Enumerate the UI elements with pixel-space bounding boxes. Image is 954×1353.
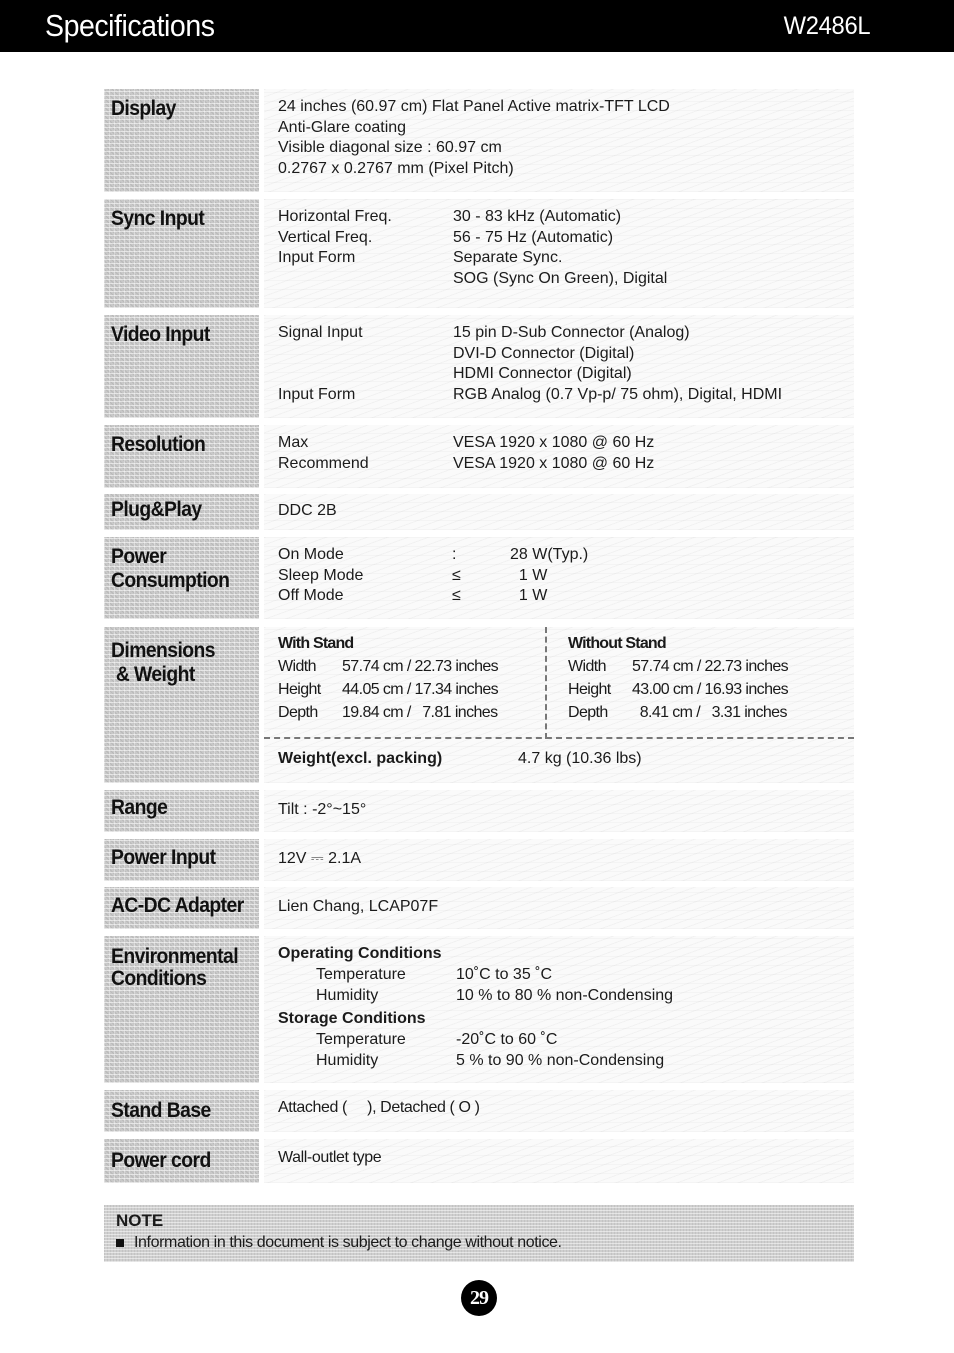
spec-value: Horizontal Freq. 30 - 83 kHz (Automatic) …: [264, 199, 854, 308]
spec-value: With Stand Width 57.74 cm / 22.73 inches …: [264, 627, 854, 783]
spec-pair: Vertical Freq. 56 - 75 Hz (Automatic): [278, 228, 614, 246]
spec-label: Range: [104, 790, 259, 832]
spec-row-range: Range Tilt : -2°~15°: [104, 790, 854, 832]
spec-row-dimensions: Dimensions & Weight With Stand Width 57.7…: [104, 627, 854, 783]
spec-label: Dimensions & Weight: [104, 627, 259, 783]
spec-pair: HDMI Connector (Digital): [453, 365, 632, 382]
spec-label: Sync Input: [104, 199, 259, 308]
spec-label: Resolution: [104, 425, 259, 488]
spec-row-power-consumption: Power Consumption On Mode:28 W(Typ.) Sle…: [104, 537, 854, 619]
spec-row-resolution: Resolution Max VESA 1920 x 1080 @ 60 Hz R…: [104, 425, 854, 488]
without-stand-block: Without Stand Width 57.74 cm / 22.73 inch…: [568, 635, 789, 721]
spec-line: Visible diagonal size : 60.97 cm: [278, 139, 502, 156]
spec-value: Operating Conditions Temperature 10˚C to …: [264, 936, 854, 1083]
spec-value: Attached ( ), Detached ( O ): [264, 1090, 854, 1132]
spec-pair: Input Form RGB Analog (0.7 Vp-p/ 75 ohm),…: [278, 385, 783, 403]
spec-row-power-cord: Power cord Wall-outlet type: [104, 1139, 854, 1183]
spec-value: Signal Input 15 pin D-Sub Connector (Anal…: [264, 315, 854, 418]
spec-line: Anti-Glare coating: [278, 118, 407, 136]
bullet-icon: [116, 1239, 124, 1247]
spec-value: Lien Chang, LCAP07F: [264, 887, 854, 929]
spec-value: Wall-outlet type: [264, 1139, 854, 1183]
spec-pair: Horizontal Freq. 30 - 83 kHz (Automatic): [278, 208, 622, 225]
spec-value: Max VESA 1920 x 1080 @ 60 Hz Recommend VES…: [264, 425, 854, 488]
spec-pair: On Mode:28 W(Typ.): [278, 546, 589, 563]
spec-label: Video Input: [104, 315, 259, 418]
with-stand-block: With Stand Width 57.74 cm / 22.73 inches …: [278, 635, 499, 721]
spec-row-adapter: AC-DC Adapter Lien Chang, LCAP07F: [104, 887, 854, 929]
horizontal-divider: [264, 737, 854, 739]
vertical-divider: [545, 627, 547, 739]
spec-line: 0.2767 x 0.2767 mm (Pixel Pitch): [278, 159, 514, 177]
spec-label: Environmental Conditions: [104, 936, 259, 1083]
spec-pair: DVI-D Connector (Digital): [453, 344, 635, 362]
page-title: Specifications: [45, 8, 215, 43]
spec-pair: Signal Input 15 pin D-Sub Connector (Anal…: [278, 324, 690, 341]
note-box: NOTE Information in this document is sub…: [104, 1205, 854, 1262]
note-title: NOTE: [116, 1211, 164, 1230]
weight-line: Weight(excl. packing) 4.7 kg (10.36 lbs): [278, 750, 642, 767]
spec-value: DDC 2B: [264, 494, 854, 530]
spec-row-stand-base: Stand Base Attached ( ), Detached ( O ): [104, 1090, 854, 1132]
spec-pair: Max VESA 1920 x 1080 @ 60 Hz: [278, 434, 655, 451]
spec-value: 12V ⎓ 2.1A: [264, 839, 854, 881]
spec-line: 24 inches (60.97 cm) Flat Panel Active m…: [278, 98, 670, 115]
model-number: W2486L: [783, 11, 870, 40]
spec-row-power-input: Power Input 12V ⎓ 2.1A: [104, 839, 854, 881]
spec-label: AC-DC Adapter: [104, 887, 259, 929]
spec-pair: SOG (Sync On Green), Digital: [453, 269, 668, 287]
spec-value: 24 inches (60.97 cm) Flat Panel Active m…: [264, 89, 854, 192]
spec-label: Power Input: [104, 839, 259, 881]
spec-pair: Sleep Mode ≤ 1 W: [278, 566, 548, 584]
spec-row-video-input: Video Input Signal Input 15 pin D-Sub Con…: [104, 315, 854, 418]
spec-row-display: Display 24 inches (60.97 cm) Flat Panel …: [104, 89, 854, 192]
spec-value: Tilt : -2°~15°: [264, 790, 854, 832]
spec-row-sync-input: Sync Input Horizontal Freq. 30 - 83 kHz (…: [104, 199, 854, 308]
spec-pair: Input Form Separate Sync.: [278, 249, 563, 266]
note-item: Information in this document is subject …: [116, 1234, 562, 1252]
spec-pair: Recommend VESA 1920 x 1080 @ 60 Hz: [278, 454, 655, 472]
page-header: Specifications W2486L: [0, 0, 954, 52]
spec-row-plug-play: Plug&Play DDC 2B: [104, 494, 854, 530]
spec-label: Power cord: [104, 1139, 259, 1183]
spec-pair: Off Mode ≤ 1 W: [278, 587, 548, 604]
spec-row-environment: Environmental Conditions Operating Condi…: [104, 936, 854, 1083]
spec-value: On Mode:28 W(Typ.) Sleep Mode ≤ 1 W Off M…: [264, 537, 854, 619]
spec-label: Display: [104, 89, 259, 192]
spec-label: Power Consumption: [104, 537, 259, 619]
spec-label: Plug&Play: [104, 494, 259, 530]
page-number-badge: 29: [461, 1280, 497, 1316]
spec-label: Stand Base: [104, 1090, 259, 1132]
